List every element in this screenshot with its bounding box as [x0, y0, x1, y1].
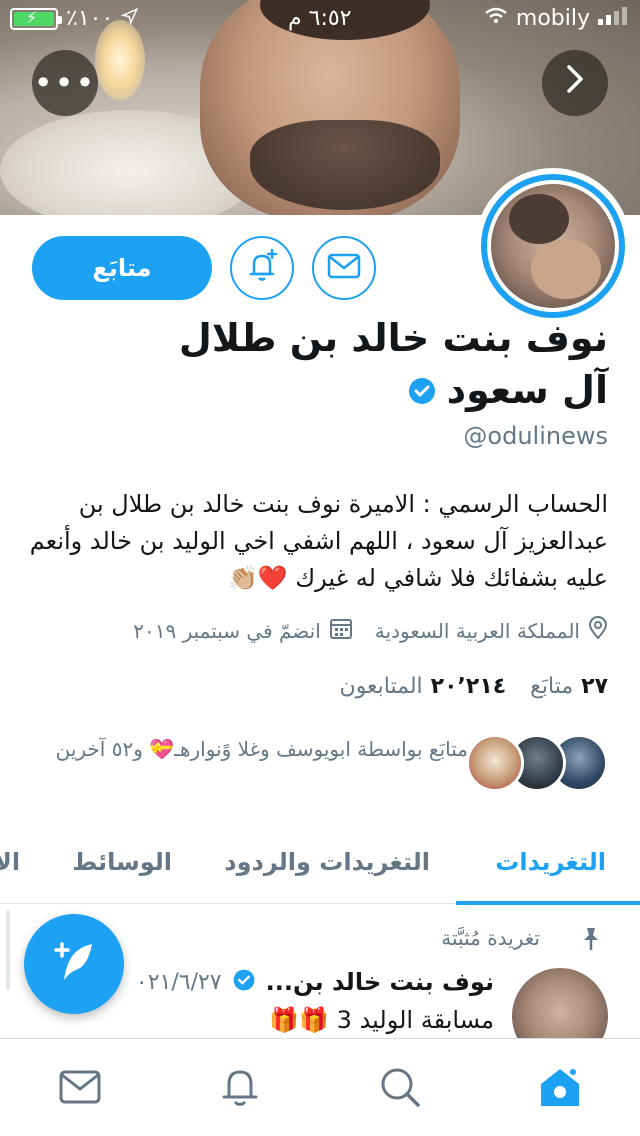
nav-search[interactable]: [378, 1067, 422, 1111]
location-arrow-icon: [121, 6, 139, 31]
tab-tweets-replies[interactable]: التغريدات والردود: [224, 848, 430, 876]
profile-name: نوف بنت خالد بن طلال آل سعود: [168, 312, 608, 419]
followed-by-avatars: [466, 734, 608, 792]
follow-counts: ٢٧متابَع ٢٠٬٢١٤المتابعون: [340, 674, 608, 699]
profile-joined: انضمّ في سبتمبر ٢٠١٩: [133, 616, 353, 645]
avatar[interactable]: [512, 968, 608, 1040]
avatar: [491, 184, 615, 308]
bell-plus-icon: [242, 246, 282, 290]
profile-location: المملكة العربية السعودية: [375, 616, 608, 645]
tweet-author: نوف بنت خالد بن...: [265, 968, 494, 996]
followed-by[interactable]: متابَع بواسطة ابويوسف وغلا وًنوارهـ💝 و٥٢…: [28, 734, 608, 792]
profile-bio: الحساب الرسمي : الاميرة نوف بنت خالد بن …: [29, 490, 608, 592]
battery-icon: ⚡: [10, 7, 62, 30]
pinned-label: تغريدة مُثبَّتة: [441, 926, 540, 950]
notifications-button[interactable]: [230, 236, 294, 300]
wifi-icon: [484, 6, 508, 31]
signal-icon: [598, 6, 628, 31]
pin-icon: [578, 926, 604, 956]
tab-tweets[interactable]: التغريدات: [495, 848, 606, 876]
followed-by-text: متابَع بواسطة ابويوسف وغلا وًنوارهـ💝 و٥٢…: [55, 737, 468, 761]
feather-plus-icon: [48, 936, 100, 992]
carrier-name: mobily: [515, 6, 590, 31]
home-icon: [537, 1064, 583, 1114]
status-left: ⚡ ٪١٠٠: [10, 6, 139, 31]
profile-name-text: نوف بنت خالد بن طلال آل سعود: [178, 316, 608, 412]
active-tab-indicator: [456, 901, 640, 905]
chevron-right-icon: [564, 63, 586, 103]
profile-handle: @odulinews: [463, 422, 608, 450]
status-time: ٦:٥٢ م: [288, 6, 352, 31]
tab-likes[interactable]: الإ: [0, 848, 20, 876]
tab-media[interactable]: الوسائط: [72, 848, 172, 876]
profile-meta: المملكة العربية السعودية انضمّ في سبتمبر…: [28, 616, 608, 645]
location-pin-icon: [588, 616, 608, 645]
calendar-icon: [329, 616, 353, 645]
avatar: [466, 734, 524, 792]
profile-tabs: التغريدات التغريدات والردود الوسائط الإ: [0, 830, 640, 905]
status-bar: ⚡ ٪١٠٠ ٦:٥٢ م mobily: [0, 0, 640, 40]
tweet-text: مسابقة الوليد 3 🎁🎁: [269, 1006, 494, 1034]
status-carrier: mobily: [484, 6, 628, 31]
bell-icon: [219, 1065, 261, 1113]
envelope-icon: [327, 253, 361, 283]
following-button[interactable]: متابَع: [32, 236, 212, 300]
profile-avatar[interactable]: [475, 168, 631, 324]
verified-badge-icon: [407, 367, 437, 419]
compose-tweet-button[interactable]: [24, 914, 124, 1014]
bottom-navigation: [0, 1038, 640, 1136]
forward-button[interactable]: [542, 50, 608, 116]
verified-badge-icon: [232, 968, 256, 996]
nav-messages[interactable]: [58, 1067, 102, 1111]
tweet-date: ٠٢١/٦/٢٧: [135, 969, 222, 995]
nav-home[interactable]: [538, 1067, 582, 1111]
envelope-icon: [59, 1070, 101, 1108]
nav-notifications[interactable]: [218, 1067, 262, 1111]
following-count[interactable]: ٢٧متابَع: [530, 674, 608, 699]
more-button[interactable]: •••: [32, 50, 98, 116]
followers-count[interactable]: ٢٠٬٢١٤المتابعون: [340, 674, 507, 699]
search-icon: [379, 1066, 421, 1112]
battery-percent: ٪١٠٠: [66, 6, 114, 31]
more-dots-icon: •••: [33, 64, 97, 102]
message-button[interactable]: [312, 236, 376, 300]
